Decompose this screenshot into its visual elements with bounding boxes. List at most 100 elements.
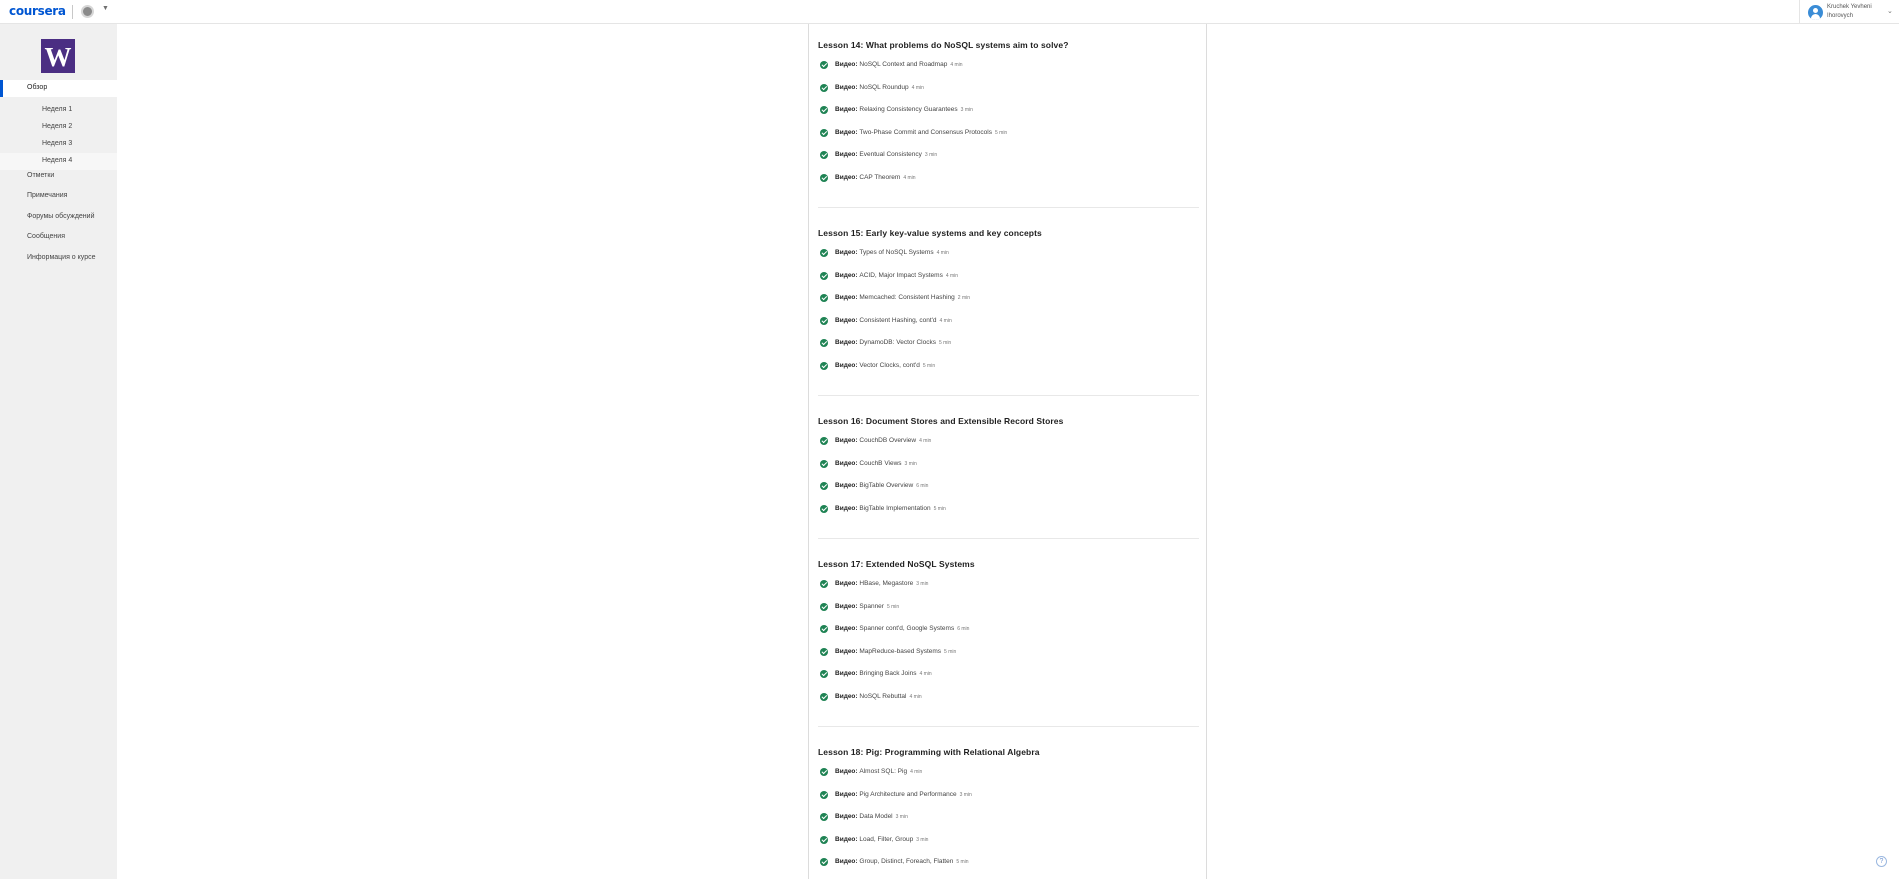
- sidebar-item-overview[interactable]: Обзор: [0, 80, 117, 97]
- sidebar-item-grades[interactable]: Отметки: [27, 172, 54, 179]
- item-duration: 6 min: [957, 626, 970, 632]
- week-list: Неделя 1 Неделя 2 Неделя 3 Неделя 4: [0, 102, 117, 170]
- item-name: ACID, Major Impact Systems: [859, 271, 943, 279]
- list-item[interactable]: Видео: CouchB Views 3 min: [818, 459, 1199, 483]
- list-item[interactable]: Видео: DynamoDB: Vector Clocks 5 min: [818, 339, 1199, 362]
- sidebar-item-week-4[interactable]: Неделя 4: [0, 153, 117, 170]
- list-item[interactable]: Видео: Spanner 5 min: [818, 602, 1199, 626]
- week-label: Неделя 1: [42, 106, 73, 113]
- list-item[interactable]: Видео: BigTable Overview 6 min: [818, 482, 1199, 505]
- check-circle-icon: [820, 106, 828, 114]
- list-item[interactable]: Видео: HBase, Megastore 3 min: [818, 580, 1199, 603]
- list-item[interactable]: Видео: Memcached: Consistent Hashing 2 mi…: [818, 294, 1199, 317]
- chevron-down-icon[interactable]: ▼: [102, 5, 109, 12]
- item-kind: Видео:: [835, 361, 858, 369]
- list-item[interactable]: Видео: CouchDB Overview 4 min: [818, 437, 1199, 460]
- user-name-line2: Ihorovych: [1827, 13, 1854, 19]
- sidebar: W Обзор Неделя 1 Неделя 2 Неделя 3 Недел…: [0, 24, 117, 879]
- list-item[interactable]: Видео: Bringing Back Joins 4 min: [818, 670, 1199, 693]
- item-name: NoSQL Context and Roadmap: [859, 61, 948, 68]
- item-duration: 5 min: [944, 648, 957, 655]
- university-seal-icon[interactable]: [81, 5, 94, 18]
- item-duration: 4 min: [903, 174, 916, 181]
- item-kind: Видео:: [835, 83, 858, 91]
- help-icon[interactable]: ?: [1876, 856, 1887, 867]
- sidebar-item-week-1[interactable]: Неделя 1: [0, 102, 117, 119]
- item-kind: Видео:: [835, 647, 858, 655]
- item-duration: 3 min: [895, 814, 908, 820]
- check-circle-icon: [820, 482, 828, 490]
- list-item[interactable]: Видео: BigTable Implementation 5 min: [818, 504, 1199, 528]
- sidebar-item-forums[interactable]: Форумы обсуждений: [27, 213, 95, 220]
- lesson-divider: [818, 538, 1199, 539]
- user-name[interactable]: Kruchek Yevheni Ihorovych: [1827, 3, 1887, 21]
- list-item[interactable]: Видео: Relaxing Consistency Guarantees 3 …: [818, 106, 1199, 129]
- list-item[interactable]: Видео: MapReduce-based Systems 5 min: [818, 647, 1199, 671]
- list-item[interactable]: Видео: Spanner cont'd, Google Systems 6 m…: [818, 625, 1199, 648]
- check-circle-icon: [820, 339, 828, 347]
- item-kind: Видео:: [835, 316, 858, 324]
- item-kind: Видео:: [835, 692, 858, 700]
- list-item[interactable]: Видео: Eventual Consistency 3 min: [818, 151, 1199, 174]
- item-duration: 5 min: [994, 129, 1008, 136]
- lesson-title: Lesson 16: Document Stores and Extensibl…: [818, 416, 1064, 426]
- user-menu-chevron-down-icon[interactable]: ⌄: [1887, 7, 1893, 15]
- list-item[interactable]: Видео: Two-Phase Commit and Consensus Pr…: [818, 128, 1199, 152]
- item-kind: Видео:: [835, 459, 858, 467]
- list-item[interactable]: Видео: Consistent Hashing, cont'd 4 min: [818, 316, 1199, 340]
- user-menu-divider: [1799, 0, 1800, 24]
- item-name: Group, Distinct, Foreach, Flatten: [859, 858, 954, 865]
- avatar[interactable]: [1808, 5, 1823, 20]
- list-item[interactable]: Видео: NoSQL Rebuttal 4 min: [818, 692, 1199, 716]
- item-kind: Видео:: [835, 173, 858, 181]
- item-kind: Видео:: [835, 790, 858, 798]
- header-divider: [72, 5, 73, 19]
- lesson-16: Lesson 16: Document Stores and Extensibl…: [818, 415, 1199, 527]
- list-item[interactable]: Видео: NoSQL Roundup 4 min: [818, 83, 1199, 107]
- sidebar-item-week-2[interactable]: Неделя 2: [0, 119, 117, 136]
- sidebar-item-messages[interactable]: Сообщения: [27, 233, 65, 240]
- course-logo[interactable]: W: [41, 39, 75, 73]
- item-name: Pig Architecture and Performance: [859, 790, 957, 798]
- item-kind: Видео:: [835, 670, 858, 677]
- item-kind: Видео:: [835, 858, 858, 865]
- item-name: Vector Clocks, cont'd: [859, 361, 920, 369]
- check-circle-icon: [820, 670, 828, 678]
- list-item[interactable]: Видео: ACID, Major Impact Systems 4 min: [818, 271, 1199, 295]
- lesson-divider: [818, 395, 1199, 396]
- list-item[interactable]: Видео: NoSQL Context and Roadmap 4 min: [818, 61, 1199, 84]
- user-name-line1: Kruchek Yevheni: [1827, 4, 1872, 10]
- sidebar-item-week-3[interactable]: Неделя 3: [0, 136, 117, 153]
- check-circle-icon: [820, 316, 828, 325]
- lesson-title: Lesson 18: Pig: Programming with Relatio…: [818, 747, 1040, 757]
- list-item[interactable]: Видео: Data Model 3 min: [818, 813, 1199, 836]
- item-kind: Видео:: [835, 271, 858, 279]
- item-name: Almost SQL: Pig: [859, 768, 908, 775]
- list-item[interactable]: Видео: Almost SQL: Pig 4 min: [818, 768, 1199, 791]
- list-item[interactable]: Видео: Types of NoSQL Systems 4 min: [818, 249, 1199, 272]
- check-circle-icon: [820, 173, 828, 182]
- coursera-logo[interactable]: coursera: [9, 4, 66, 18]
- list-item[interactable]: Видео: Group, Distinct, Foreach, Flatten…: [818, 858, 1199, 881]
- list-item[interactable]: Видео: Vector Clocks, cont'd 5 min: [818, 361, 1199, 385]
- item-name: Spanner cont'd, Google Systems: [859, 625, 955, 632]
- sidebar-item-course-info[interactable]: Информация о курсе: [27, 254, 96, 261]
- list-item[interactable]: Видео: Pig Architecture and Performance 3…: [818, 790, 1199, 814]
- check-circle-icon: [820, 249, 828, 257]
- sidebar-item-notes[interactable]: Примечания: [27, 192, 67, 199]
- item-duration: 6 min: [916, 483, 929, 489]
- lesson-title: Lesson 14: What problems do NoSQL system…: [818, 40, 1069, 50]
- item-duration: 4 min: [911, 84, 924, 91]
- item-duration: 4 min: [950, 62, 963, 68]
- item-duration: 4 min: [910, 769, 923, 775]
- check-circle-icon: [820, 768, 828, 776]
- list-item[interactable]: Видео: CAP Theorem 4 min: [818, 173, 1199, 197]
- item-duration: 5 min: [922, 362, 936, 369]
- item-kind: Видео:: [835, 294, 858, 301]
- item-name: Eventual Consistency: [859, 151, 922, 158]
- list-item[interactable]: Видео: Load, Filter, Group 3 min: [818, 835, 1199, 859]
- item-duration: 4 min: [919, 671, 932, 677]
- lesson-list-panel: Lesson 14: What problems do NoSQL system…: [808, 24, 1207, 879]
- item-name: CouchB Views: [859, 459, 902, 467]
- item-duration: 2 min: [957, 295, 971, 301]
